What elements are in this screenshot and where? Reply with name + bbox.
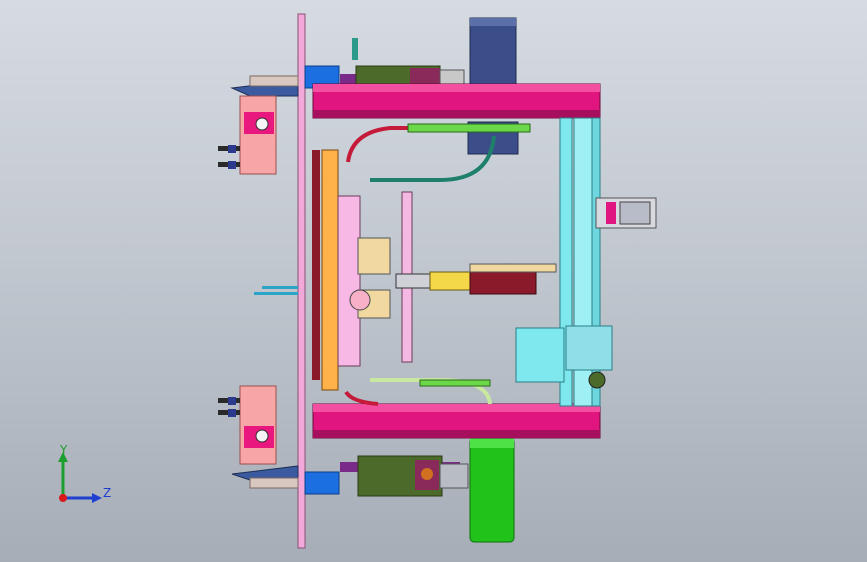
upper-green-bar xyxy=(407,123,531,133)
upper-cylinder xyxy=(340,38,465,87)
lower-blue-block xyxy=(304,471,340,495)
right-top-fixture xyxy=(595,197,657,229)
cyan-fixture-block xyxy=(515,325,613,389)
upper-motor xyxy=(218,95,277,175)
left-stubs xyxy=(254,286,298,295)
cad-viewport[interactable]: Y Z xyxy=(0,0,867,562)
y-axis-label: Y xyxy=(60,443,68,457)
coordinate-triad xyxy=(58,452,102,503)
lower-green-bar xyxy=(419,379,491,387)
bottom-frame-beam xyxy=(312,403,601,439)
cad-drawing xyxy=(58,13,657,549)
lower-wheel xyxy=(469,437,515,543)
lower-cylinder xyxy=(340,455,469,497)
z-axis-label: Z xyxy=(103,486,112,500)
top-frame-beam xyxy=(312,83,601,119)
lower-motor xyxy=(218,385,277,465)
mounting-plate xyxy=(297,13,306,549)
